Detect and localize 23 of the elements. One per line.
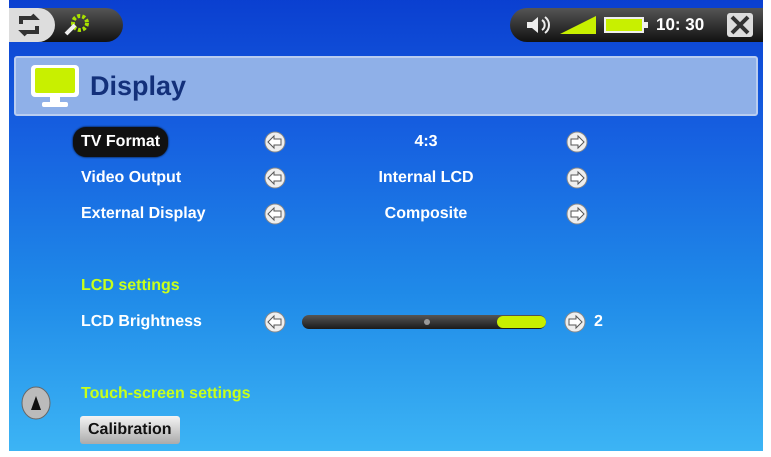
slider-track[interactable] [302,315,546,329]
calibration-button[interactable]: Calibration [80,416,180,444]
settings-icon[interactable] [63,12,91,38]
setting-value: 4:3 [413,132,439,152]
setting-label[interactable]: LCD Brightness [81,310,202,334]
slider-value: 2 [594,312,603,332]
battery-icon [604,17,648,33]
setting-value: Composite [384,204,468,224]
scroll-up-button[interactable] [21,386,51,420]
section-heading: Touch-screen settings [81,384,251,404]
volume-level-icon [560,16,596,34]
setting-label[interactable]: Video Output [81,166,182,190]
monitor-icon [30,64,80,108]
setting-label[interactable]: TV Format [73,127,168,157]
speaker-icon[interactable] [526,15,552,35]
close-icon[interactable] [727,13,753,37]
page-title: Display [90,70,186,103]
slider-center-mark [424,319,430,325]
setting-value: Internal LCD [377,168,475,188]
setting-label[interactable]: External Display [81,202,206,226]
repeat-icon[interactable] [9,8,55,42]
section-heading: LCD settings [81,276,180,296]
clock-time: 10: 30 [656,14,704,36]
